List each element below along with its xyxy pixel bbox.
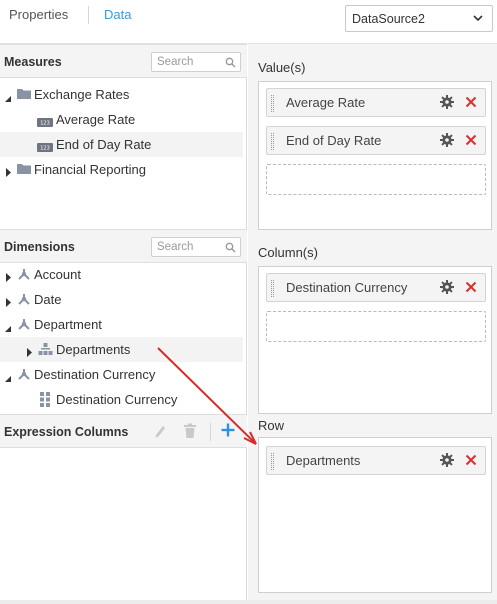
measures-title: Measures bbox=[4, 55, 62, 69]
datasource-select[interactable]: DataSource2 bbox=[345, 5, 493, 32]
search-icon[interactable] bbox=[225, 241, 236, 256]
tree-label: Destination Currency bbox=[34, 367, 156, 382]
measures-search-placeholder: Search bbox=[157, 56, 194, 68]
drag-handle[interactable] bbox=[271, 95, 274, 112]
gear-icon[interactable] bbox=[440, 280, 454, 297]
tree-group-exchange-rates[interactable]: Exchange Rates bbox=[0, 82, 243, 107]
dimensions-search-input[interactable]: Search bbox=[151, 237, 241, 257]
drag-handle[interactable] bbox=[271, 453, 274, 470]
tree-item-average-rate[interactable]: 123 Average Rate bbox=[0, 107, 243, 132]
top-bar: Properties Data DataSource2 bbox=[0, 0, 497, 44]
add-icon[interactable] bbox=[221, 423, 235, 440]
datasource-value: DataSource2 bbox=[352, 12, 425, 26]
tree-hierarchy-departments[interactable]: Departments bbox=[0, 337, 243, 362]
dimension-icon bbox=[17, 292, 31, 309]
value-item-label: Average Rate bbox=[286, 95, 366, 110]
columns-label: Column(s) bbox=[258, 245, 318, 260]
close-icon[interactable] bbox=[465, 95, 477, 112]
tree-dimension-destination-currency[interactable]: Destination Currency bbox=[0, 362, 243, 387]
drag-handle[interactable] bbox=[271, 133, 274, 150]
measures-search-input[interactable]: Search bbox=[151, 52, 241, 72]
tree-label: Date bbox=[34, 292, 62, 307]
tree-label: Departments bbox=[56, 342, 131, 357]
column-item-label: Destination Currency bbox=[286, 280, 408, 295]
collapse-arrow-icon[interactable] bbox=[5, 371, 12, 386]
values-drop-placeholder[interactable] bbox=[266, 164, 486, 195]
value-item-average-rate[interactable]: Average Rate bbox=[266, 88, 486, 117]
expression-columns-header: Expression Columns bbox=[0, 414, 247, 448]
gear-icon[interactable] bbox=[440, 95, 454, 112]
tree-dimension-department[interactable]: Department bbox=[0, 312, 243, 337]
dimensions-title: Dimensions bbox=[4, 240, 75, 254]
hierarchy-icon bbox=[38, 342, 53, 359]
bottom-border bbox=[0, 600, 497, 604]
tree-label: Exchange Rates bbox=[34, 87, 130, 102]
tab-divider bbox=[88, 6, 89, 24]
dimension-icon bbox=[17, 267, 31, 284]
drag-handle[interactable] bbox=[271, 280, 274, 297]
gear-icon[interactable] bbox=[440, 133, 454, 150]
value-item-label: End of Day Rate bbox=[286, 133, 382, 148]
tree-label: Account bbox=[34, 267, 81, 282]
values-label: Value(s) bbox=[258, 60, 306, 75]
tree-label: Financial Reporting bbox=[34, 162, 147, 177]
svg-text:123: 123 bbox=[40, 121, 50, 127]
tree-label: Average Rate bbox=[56, 112, 136, 127]
gear-icon[interactable] bbox=[440, 453, 454, 470]
value-item-end-of-day-rate[interactable]: End of Day Rate bbox=[266, 126, 486, 155]
collapse-arrow-icon[interactable] bbox=[5, 91, 12, 106]
measure-icon: 123 bbox=[37, 115, 53, 130]
dimension-icon bbox=[17, 317, 31, 334]
search-icon[interactable] bbox=[225, 56, 236, 71]
level-icon bbox=[40, 392, 50, 410]
tree-item-end-of-day-rate[interactable]: 123 End of Day Rate bbox=[0, 132, 243, 157]
collapse-arrow-icon[interactable] bbox=[5, 321, 12, 336]
chevron-down-icon bbox=[472, 11, 484, 28]
folder-icon bbox=[17, 88, 31, 103]
expression-columns-title: Expression Columns bbox=[4, 425, 129, 439]
expand-arrow-icon[interactable] bbox=[6, 295, 12, 310]
expand-arrow-icon[interactable] bbox=[27, 345, 33, 360]
edit-icon[interactable] bbox=[153, 423, 167, 442]
row-item-label: Departments bbox=[286, 453, 361, 468]
delete-icon[interactable] bbox=[183, 423, 197, 442]
close-icon[interactable] bbox=[465, 280, 477, 297]
row-label: Row bbox=[258, 418, 285, 433]
column-item-destination-currency[interactable]: Destination Currency bbox=[266, 273, 486, 302]
tree-label: Department bbox=[34, 317, 102, 332]
tree-dimension-account[interactable]: Account bbox=[0, 262, 243, 287]
tree-dimension-date[interactable]: Date bbox=[0, 287, 243, 312]
close-icon[interactable] bbox=[465, 453, 477, 470]
svg-text:123: 123 bbox=[40, 146, 50, 152]
expand-arrow-icon[interactable] bbox=[6, 270, 12, 285]
expand-arrow-icon[interactable] bbox=[6, 165, 12, 180]
dimension-icon bbox=[17, 367, 31, 384]
tab-data[interactable]: Data bbox=[104, 7, 131, 22]
close-icon[interactable] bbox=[465, 133, 477, 150]
folder-icon bbox=[17, 163, 31, 178]
tree-level-destination-currency[interactable]: Destination Currency bbox=[0, 387, 243, 412]
dimensions-search-placeholder: Search bbox=[157, 241, 194, 253]
tree-group-financial-reporting[interactable]: Financial Reporting bbox=[0, 157, 243, 182]
columns-drop-placeholder[interactable] bbox=[266, 311, 486, 342]
dimensions-header: Dimensions Search bbox=[0, 229, 247, 263]
toolbar-divider bbox=[210, 423, 211, 441]
measures-header: Measures Search bbox=[0, 44, 247, 78]
tab-properties[interactable]: Properties bbox=[9, 7, 68, 22]
left-pane: Measures Search Exchange Rates 123 Avera… bbox=[0, 44, 247, 600]
measure-icon: 123 bbox=[37, 140, 53, 155]
tree-label: End of Day Rate bbox=[56, 137, 152, 152]
row-item-departments[interactable]: Departments bbox=[266, 446, 486, 475]
tree-label: Destination Currency bbox=[56, 392, 178, 407]
